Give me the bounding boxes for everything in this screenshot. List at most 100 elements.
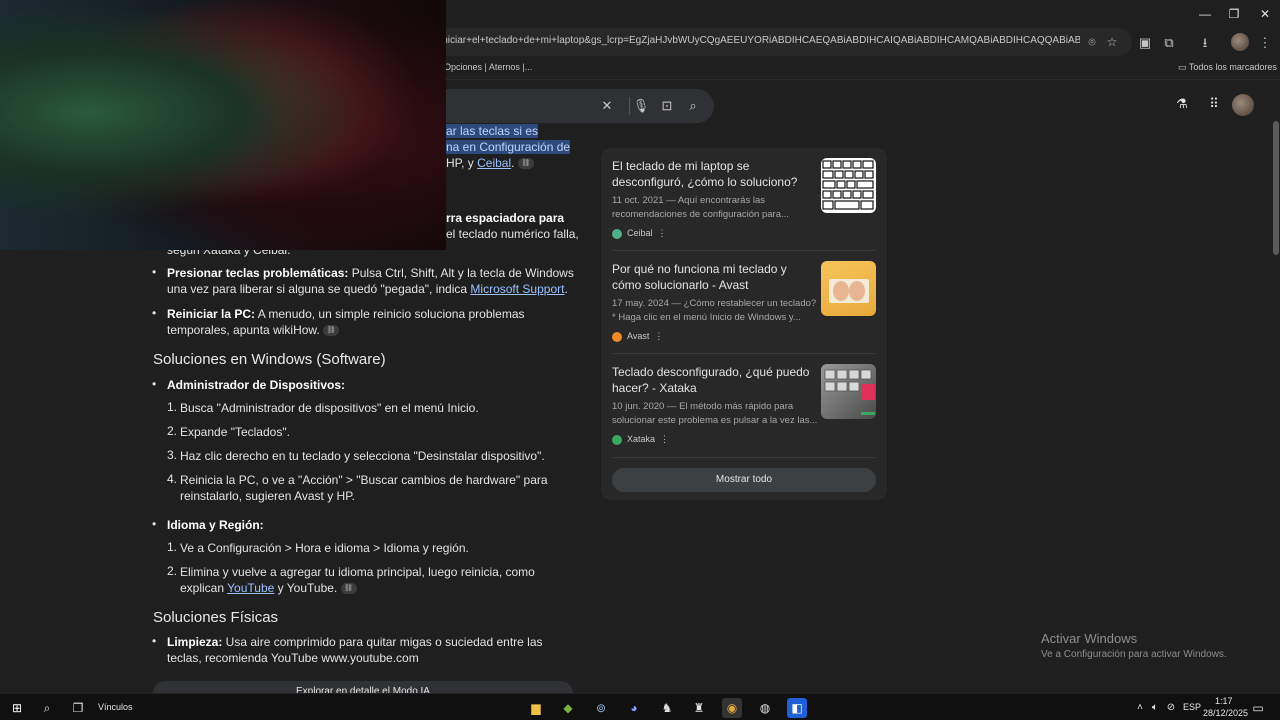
ceibal-link[interactable]: Ceibal [477,156,511,170]
windows-start-icon[interactable]: ⊞ [7,698,27,718]
citation-chip[interactable]: ⛓ [323,325,340,337]
microphone-icon[interactable]: 🎙︎ [631,96,651,116]
step-number: 2. [167,424,178,438]
keyboard-photo-thumbnail [821,364,876,419]
more-options-icon[interactable]: ⋮ [658,434,669,444]
minimize-button[interactable]: — [1190,4,1220,24]
explore-ai-mode-button[interactable]: Explorar en detalle el Modo IA [153,681,573,693]
answer-fragment: rra espaciadora para [446,211,565,225]
location-pin-icon[interactable]: ⌾ [1082,32,1102,52]
search-taskbar-icon[interactable]: ⌕ [37,698,57,718]
citation-chip[interactable]: ⛓ [517,158,534,170]
source-card[interactable]: Por qué no funciona mi teclado y cómo so… [612,261,876,343]
address-url[interactable]: iniciar+el+teclado+de+mi+laptop&gs_lcrp=… [440,35,1080,46]
clock-time[interactable]: 1:17 [1215,696,1233,706]
source-title[interactable]: Por qué no funciona mi teclado y cómo so… [612,261,816,293]
lens-icon[interactable]: ⊡ [657,96,677,116]
chrome-icon[interactable]: ◉ [722,698,742,718]
source-card[interactable]: El teclado de mi laptop se desconfiguró,… [612,158,876,240]
answer-fragment: na en Configuración de [446,140,571,154]
more-options-icon[interactable]: ⋮ [655,228,667,238]
network-icon[interactable]: ⊘ [1161,698,1181,718]
activate-windows-watermark: Activar Windows Ve a Configuración para … [1041,631,1227,660]
source-title[interactable]: El teclado de mi laptop se desconfiguró,… [612,158,816,190]
language-title: Idioma y Región: [167,518,264,532]
source-title[interactable]: Teclado desconfigurado, ¿qué puedo hacer… [612,364,816,396]
task-view-icon[interactable]: ❐ [68,698,88,718]
source-site: Ceibal ⋮ [612,228,876,240]
show-all-button[interactable]: Mostrar todo [612,468,876,492]
answer-fragment: HP, y Ceibal. ⛓ [446,155,586,171]
device-step: Busca "Administrador de dispositivos" en… [180,401,479,415]
card-divider [612,353,876,354]
answer-fragment: el teclado numérico falla, [446,227,579,241]
source-site: Avast ⋮ [612,331,876,343]
bullet-dot: • [152,377,157,391]
source-snippet: 17 may. 2024 — ¿Cómo restablecer un tecl… [612,298,817,323]
bookmark-star-icon[interactable]: ☆ [1102,32,1122,52]
recorder-app-icon[interactable]: ◍ [755,698,775,718]
language-step: Ve a Configuración > Hora e idioma > Idi… [180,541,469,555]
tip-restart: Reiniciar la PC: A menudo, un simple rei… [167,307,525,337]
tip-cleaning: Limpieza: Usa aire comprimido para quita… [167,635,543,665]
labs-flask-icon[interactable]: ⚗ [1171,93,1193,115]
steam-icon[interactable]: ⊚ [591,698,611,718]
address-bar[interactable]: iniciar+el+teclado+de+mi+laptop&gs_lcrp=… [420,28,1132,56]
downloads-icon[interactable]: ⭳ [1194,32,1216,54]
source-card[interactable]: Teclado desconfigurado, ¿qué puedo hacer… [612,364,876,446]
microsoft-support-link[interactable]: Microsoft Support [470,282,564,296]
links-toolbar[interactable]: Vínculos [98,702,133,712]
step-number: 1. [167,400,178,414]
keyboard-layout-thumbnail [821,158,876,213]
input-language[interactable]: ESP [1183,702,1201,712]
sources-panel: El teclado de mi laptop se desconfiguró,… [601,148,887,500]
all-bookmarks[interactable]: ▭ Todos los marcadores [1178,62,1277,73]
game-app-icon[interactable]: ♞ [657,698,677,718]
webcam-overlay [0,0,446,250]
clear-search-icon[interactable]: ✕ [597,96,617,116]
more-options-icon[interactable]: ⋮ [652,331,663,341]
clock-date[interactable]: 28/12/2025 [1203,708,1248,718]
search-icon[interactable]: ⌕ [683,96,703,116]
file-explorer-icon[interactable]: ▆ [526,698,546,718]
bullet-dot: • [152,634,157,648]
step-number: 1. [167,540,178,554]
language-step: Elimina y vuelve a agregar tu idioma pri… [180,565,535,595]
discord-icon[interactable]: ◕ [624,698,644,718]
search-divider [629,97,630,115]
bookmark-aternos[interactable]: Opciones | Aternos |... [444,62,532,72]
source-snippet: 11 oct. 2021 — Aquí encontrarás las reco… [612,195,789,220]
hollow-knight-icon[interactable]: ♜ [689,698,709,718]
page-scrollbar[interactable] [1273,121,1279,255]
roblox-icon[interactable]: ◧ [787,698,807,718]
answer-fragment: ar las teclas si es [446,124,539,138]
youtube-link[interactable]: YouTube [227,581,274,595]
folder-icon: ▭ [1178,62,1189,72]
search-box[interactable]: ✕ 🎙︎ ⊡ ⌕ [420,89,714,123]
extensions-icon[interactable]: ⧉ [1158,32,1180,54]
device-manager-title: Administrador de Dispositivos: [167,378,346,392]
card-divider [612,457,876,458]
step-number: 2. [167,564,178,578]
device-step: Reinicia la PC, o ve a "Acción" > "Busca… [180,473,548,503]
bullet-dot: • [152,517,157,531]
account-avatar[interactable] [1232,94,1254,116]
restore-button[interactable]: ❐ [1219,4,1249,24]
citation-chip[interactable]: ⛓ [340,583,357,595]
bullet-dot: • [152,306,157,320]
source-snippet: 10 jun. 2020 — El método más rápido para… [612,401,818,426]
apps-grid-icon[interactable]: ⠿ [1203,93,1225,115]
heading-physical: Soluciones Físicas [153,609,279,626]
ceibal-favicon [612,228,622,239]
card-divider [612,250,876,251]
minecraft-icon[interactable]: ◆ [558,698,578,718]
browser-menu-icon[interactable]: ⋮ [1254,32,1276,54]
heading-software: Soluciones en Windows (Software) [153,351,386,368]
hands-typing-thumbnail [821,261,876,316]
screenshot-icon[interactable]: ▣ [1134,32,1156,54]
profile-avatar[interactable] [1231,33,1249,51]
notifications-icon[interactable]: ▭ [1248,698,1268,718]
close-window-button[interactable]: ✕ [1250,4,1280,24]
source-site: Xataka ⋮ [612,434,876,446]
device-step: Haz clic derecho en tu teclado y selecci… [180,449,545,463]
